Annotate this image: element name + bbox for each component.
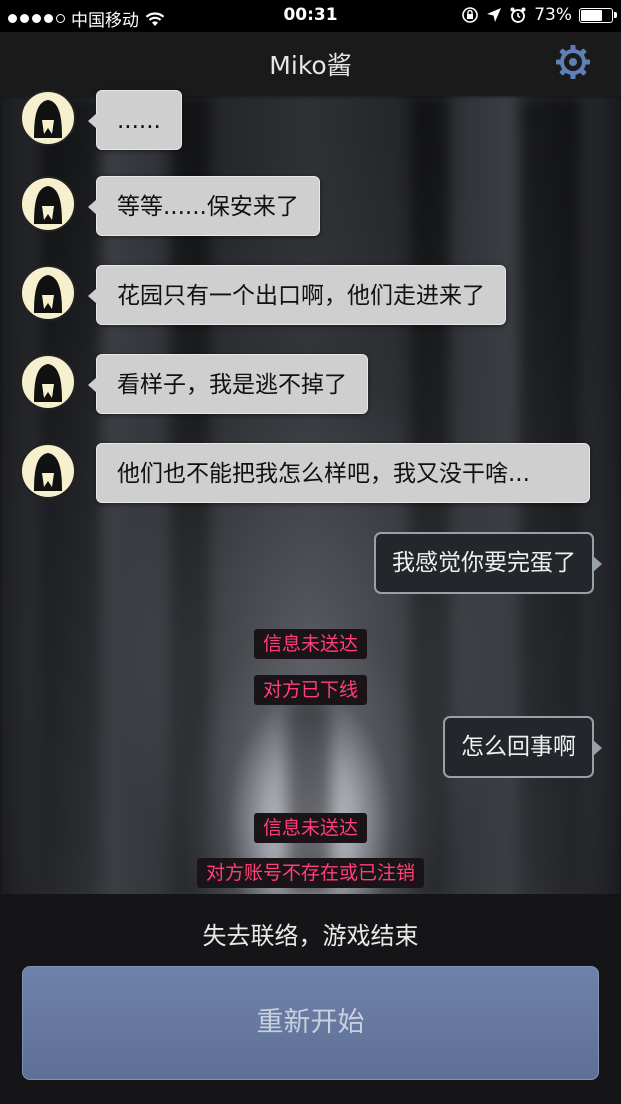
incoming-message-bubble: 等等......保安来了 [88,176,320,236]
incoming-message-bubble: 花园只有一个出口啊，他们走进来了 [88,265,506,325]
avatar [20,90,76,146]
game-over-panel: 失去联络，游戏结束 重新开始 [0,894,621,1104]
offline-notice: 对方已下线 [253,675,367,705]
chat-title: Miko酱 [269,51,352,80]
system-notice: 对方账号不存在或已注销 [0,858,621,888]
avatar [20,443,76,499]
message-row: 看样子，我是逃不掉了 [0,352,621,416]
alarm-clock-icon [510,7,526,23]
system-notice: 对方已下线 [0,675,621,705]
undelivered-notice: 信息未送达 [253,629,367,659]
game-screen: 中国移动 00:31 73% Miko酱 ...... 等等......保安来了… [0,0,621,1104]
message-row: ...... [0,90,621,154]
status-bar: 中国移动 00:31 73% [0,0,621,32]
undelivered-notice: 信息未送达 [253,813,367,843]
system-notice: 信息未送达 [0,813,621,843]
incoming-message-bubble: 他们也不能把我怎么样吧，我又没干啥... [96,443,590,503]
incoming-message-bubble: 看样子，我是逃不掉了 [88,354,368,414]
outgoing-message-bubble: 我感觉你要完蛋了 [374,532,602,594]
account-deleted-notice: 对方账号不存在或已注销 [196,858,424,888]
avatar [20,176,76,232]
gear-icon[interactable] [555,44,591,80]
location-arrow-icon [487,8,502,22]
battery-percent: 73% [534,5,572,25]
message-row: 花园只有一个出口啊，他们走进来了 [0,263,621,327]
avatar [20,354,76,410]
message-row: 他们也不能把我怎么样吧，我又没干啥... [0,441,621,505]
incoming-message-bubble: ...... [88,90,182,150]
message-row: 等等......保安来了 [0,174,621,238]
outgoing-message-bubble: 怎么回事啊 [443,716,602,778]
avatar [20,265,76,321]
battery-icon [579,7,617,23]
rotation-lock-icon [462,7,479,23]
system-notice: 信息未送达 [0,629,621,659]
nav-bar: Miko酱 [0,32,621,96]
restart-button[interactable]: 重新开始 [22,966,599,1080]
game-over-text: 失去联络，游戏结束 [202,922,419,950]
